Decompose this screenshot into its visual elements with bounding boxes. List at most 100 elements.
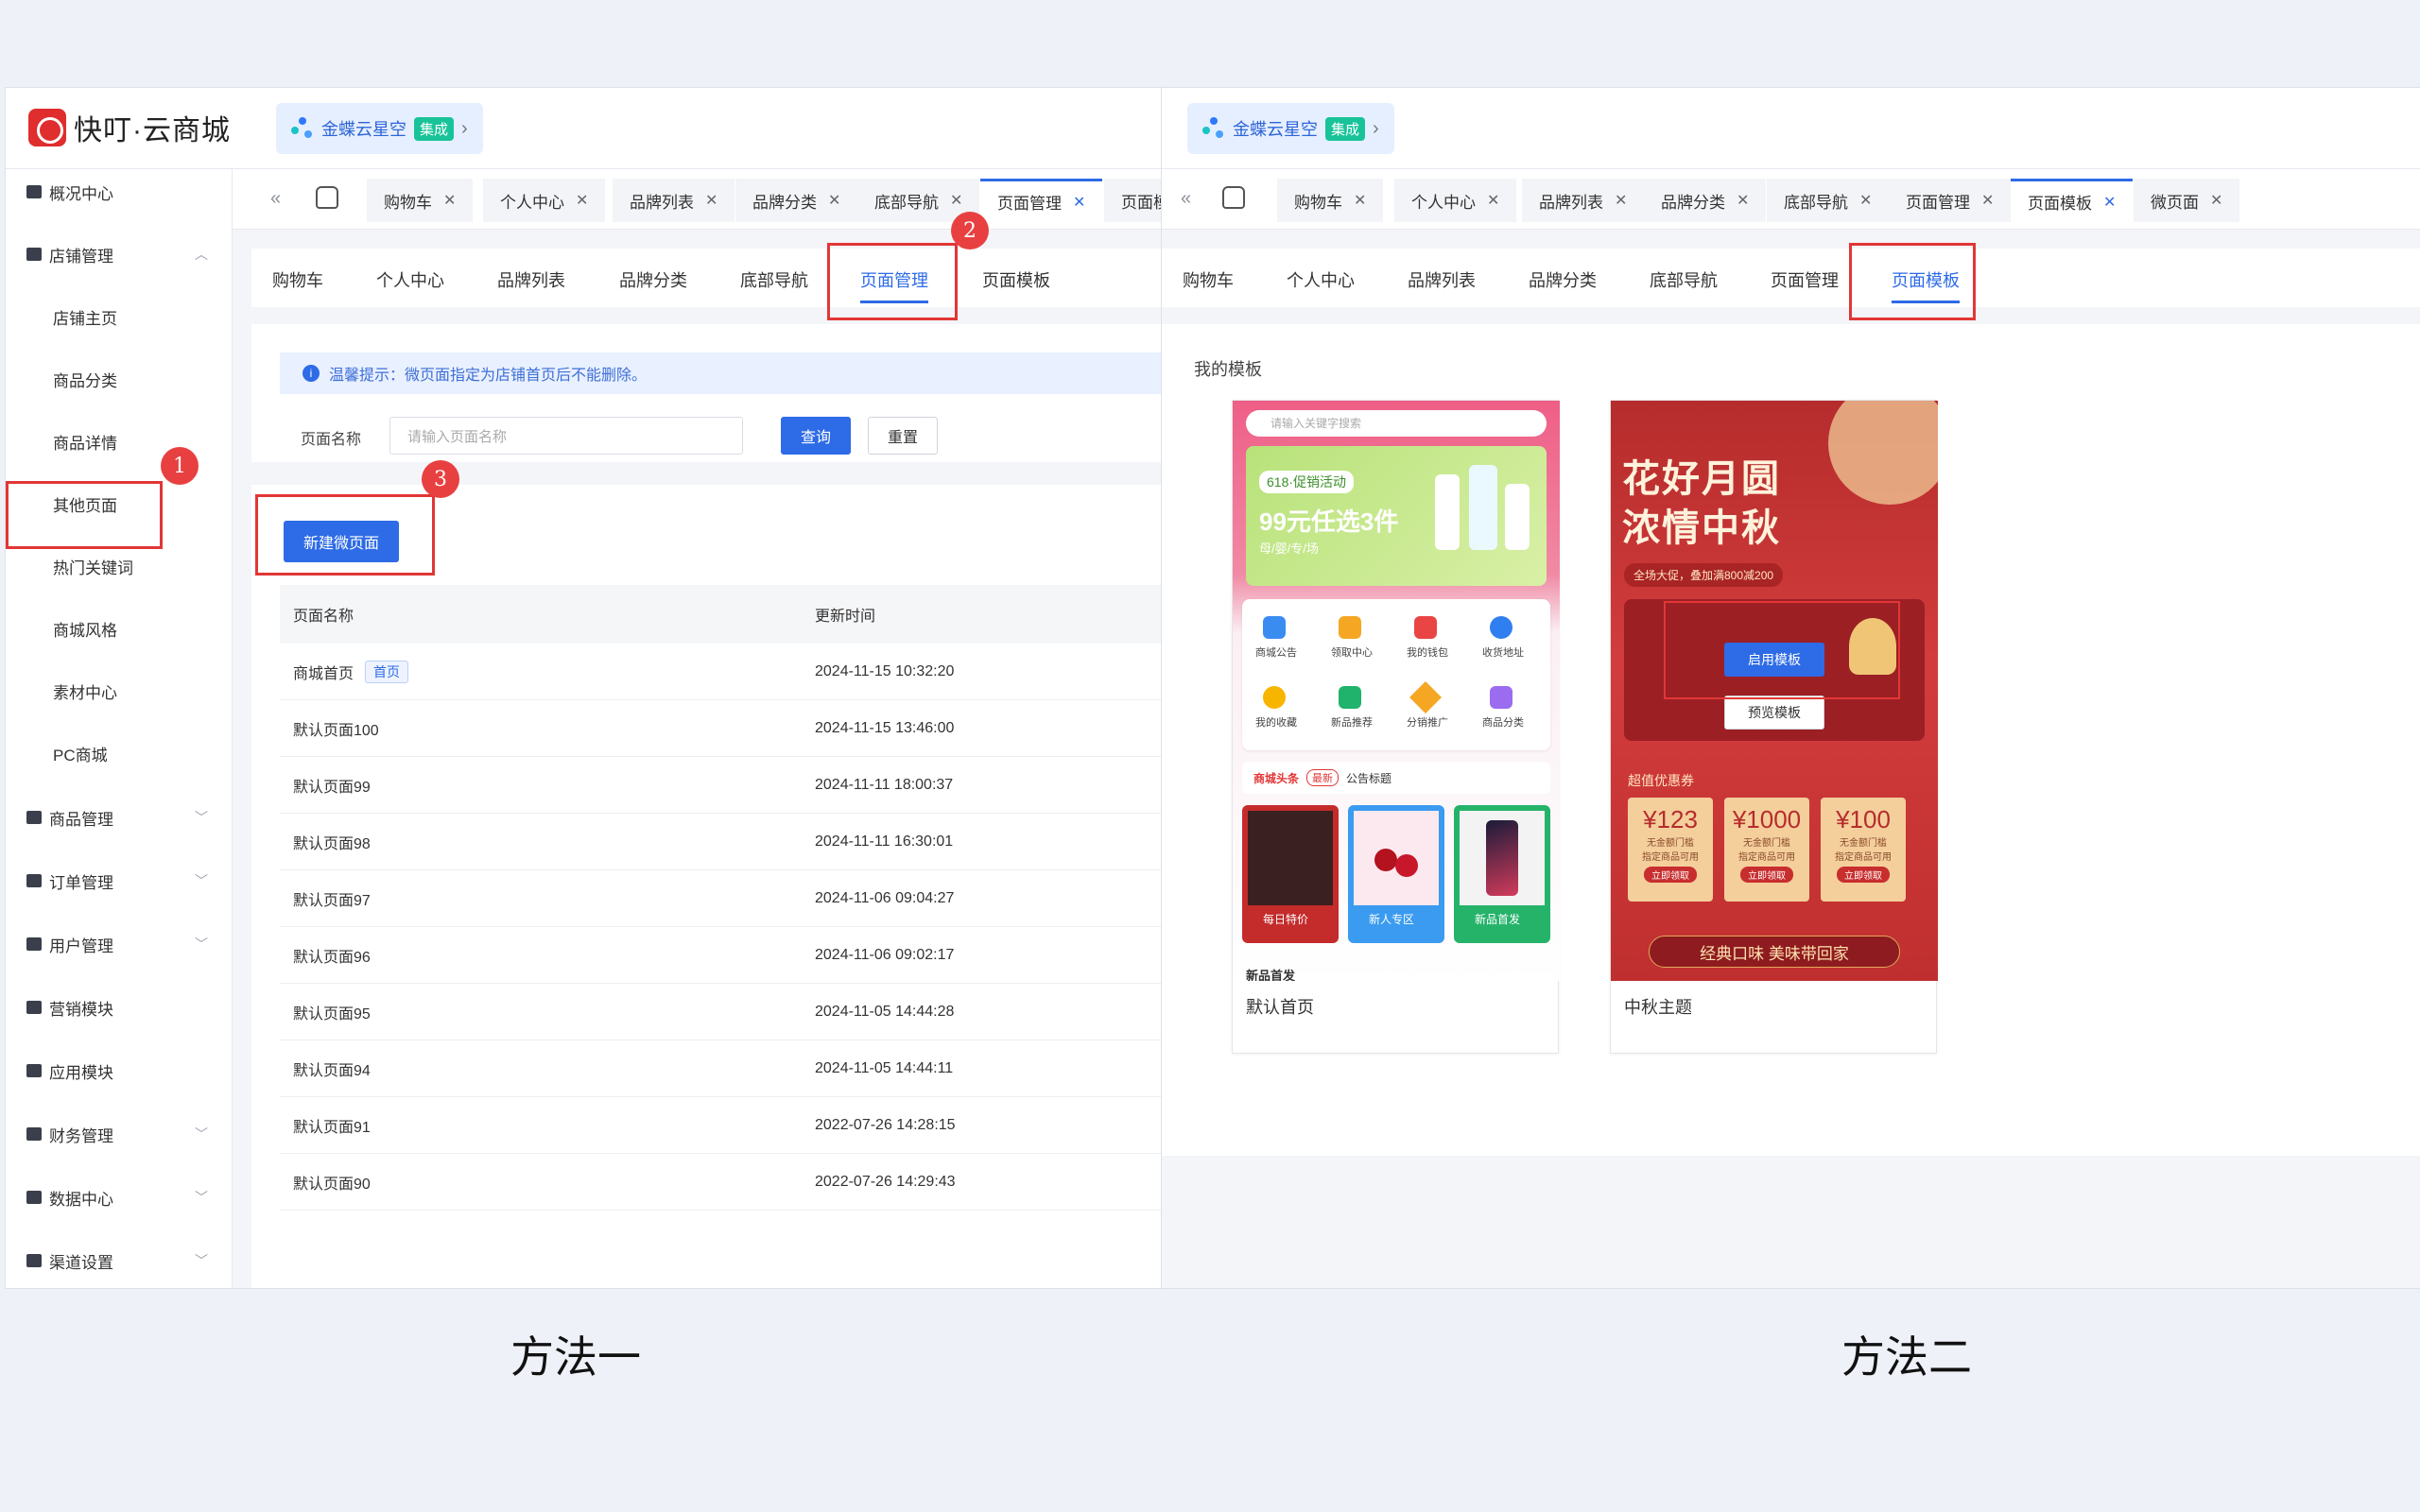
tab-label: 页面管理 [997, 195, 1062, 213]
home-icon[interactable] [1222, 186, 1245, 209]
store-icon [26, 248, 42, 261]
table-row[interactable]: 默认页面90 2022-07-26 14:29:43 [280, 1154, 1161, 1211]
sidebar-sub-store-home[interactable]: 店铺主页 [6, 298, 233, 335]
sidebar-sub-pc[interactable]: PC商城 [6, 734, 233, 772]
step-badge-2: 2 [951, 212, 989, 249]
subtab-profile[interactable]: 个人中心 [1287, 267, 1355, 292]
tab-label: 页面管理 [1906, 193, 1970, 212]
sidebar-item-store[interactable]: 店铺管理 ︿ [6, 235, 233, 273]
phone-icon [1486, 820, 1518, 896]
integration-button[interactable]: 金蝶云星空 集成 › [1187, 103, 1394, 154]
subtab-bottom-nav[interactable]: 底部导航 [740, 267, 808, 292]
sidebar-sub-hot-keywords[interactable]: 热门关键词 [6, 547, 233, 585]
preview-template-button[interactable]: 预览模板 [1724, 696, 1824, 730]
table-row[interactable]: 商城首页 首页 2024-11-15 10:32:20 [280, 644, 1161, 700]
close-icon[interactable]: ✕ [1073, 193, 1085, 212]
tab-cart[interactable]: 购物车 ✕ [1277, 179, 1384, 222]
tab-profile[interactable]: 个人中心 ✕ [1394, 179, 1517, 222]
integration-button[interactable]: 金蝶云星空 集成 › [276, 103, 483, 154]
sidebar-item-apps[interactable]: 应用模块 [6, 1052, 233, 1090]
template-mid-autumn[interactable]: 花好月圆 浓情中秋 全场大促，叠加满800减200 启用模板 预览模板 超值优惠… [1610, 400, 1938, 1054]
sidebar-item-goods[interactable]: 商品管理 ﹀ [6, 799, 233, 836]
tab-page-template[interactable]: 页面模 [1104, 179, 1161, 222]
close-icon[interactable]: ✕ [1354, 191, 1366, 210]
collapse-left-icon[interactable]: « [1181, 188, 1191, 210]
close-icon[interactable]: ✕ [576, 191, 588, 210]
icon-label: 收货地址 [1482, 647, 1524, 659]
close-icon[interactable]: ✕ [1737, 191, 1749, 210]
step-badge-3: 3 [422, 460, 459, 498]
close-icon[interactable]: ✕ [2210, 191, 2222, 210]
method-two-screenshot: 金蝶云星空 集成 › « 购物车 ✕ 个人中心 ✕ 品牌列表 ✕ 品牌分类 ✕ 底部导航… [1162, 87, 2420, 1289]
sidebar-item-label: 用户管理 [49, 936, 113, 955]
table-row[interactable]: 默认页面94 2024-11-05 14:44:11 [280, 1040, 1161, 1097]
sidebar-sub-style[interactable]: 商城风格 [6, 610, 233, 647]
tab-page-manage[interactable]: 页面管理 ✕ [980, 179, 1103, 222]
subtab-profile[interactable]: 个人中心 [376, 267, 444, 292]
sidebar-item-overview[interactable]: 概况中心 [6, 173, 233, 211]
tab-page-manage[interactable]: 页面管理 ✕ [1889, 179, 2012, 222]
close-icon[interactable]: ✕ [1981, 191, 1994, 210]
subtab-cart[interactable]: 购物车 [272, 267, 323, 292]
sidebar-item-channel[interactable]: 渠道设置 ﹀ [6, 1242, 233, 1280]
table-row[interactable]: 默认页面91 2022-07-26 14:28:15 [280, 1097, 1161, 1154]
tab-brand-list[interactable]: 品牌列表 ✕ [1522, 179, 1645, 222]
close-icon[interactable]: ✕ [950, 191, 962, 210]
table-row[interactable]: 默认页面100 2024-11-15 13:46:00 [280, 700, 1161, 757]
subtab-bottom-nav[interactable]: 底部导航 [1650, 267, 1718, 292]
table-row[interactable]: 默认页面97 2024-11-06 09:04:27 [280, 870, 1161, 927]
tab-micro-page[interactable]: 微页面 ✕ [2134, 179, 2240, 222]
sidebar-item-users[interactable]: 用户管理 ﹀ [6, 925, 233, 963]
table-row[interactable]: 默认页面95 2024-11-05 14:44:28 [280, 984, 1161, 1040]
coupon: ¥1000 无金额门槛 指定商品可用 立即领取 [1724, 798, 1809, 902]
coupon-value: ¥100 [1836, 805, 1891, 833]
home-icon[interactable] [316, 186, 338, 209]
tab-cart[interactable]: 购物车 ✕ [367, 179, 474, 222]
tab-bar: « 购物车 ✕ 个人中心 ✕ 品牌列表 ✕ 品牌分类 ✕ 底部导航 ✕ 页面管理 ✕ 页面模… [1162, 169, 2420, 230]
sidebar-item-data[interactable]: 数据中心 ﹀ [6, 1178, 233, 1216]
close-icon[interactable]: ✕ [1859, 191, 1872, 210]
template-default-home[interactable]: 请输入关键字搜索 618·促销活动 99元任选3件 母/婴/专/场 商城公告 领… [1232, 400, 1560, 1054]
sidebar-sub-detail[interactable]: 商品详情 [6, 422, 233, 460]
row-time: 2024-11-15 13:46:00 [815, 719, 955, 736]
sidebar-item-finance[interactable]: 财务管理 ﹀ [6, 1115, 233, 1153]
subtab-brand-category[interactable]: 品牌分类 [619, 267, 687, 292]
search-card: i 温馨提示：微页面指定为店铺首页后不能删除。 页面名称 请输入页面名称 查询 … [251, 324, 1161, 462]
subtab-brand-list[interactable]: 品牌列表 [497, 267, 565, 292]
subtab-page-manage[interactable]: 页面管理 [1771, 267, 1839, 292]
tab-brand-list[interactable]: 品牌列表 ✕ [613, 179, 735, 222]
subtab-brand-list[interactable]: 品牌列表 [1408, 267, 1476, 292]
query-button[interactable]: 查询 [781, 417, 851, 455]
tab-page-template[interactable]: 页面模板 ✕ [2011, 179, 2134, 222]
row-time: 2024-11-06 09:04:27 [815, 889, 955, 906]
close-icon[interactable]: ✕ [1615, 191, 1627, 210]
collapse-left-icon[interactable]: « [270, 188, 281, 210]
subtab-cart[interactable]: 购物车 [1183, 267, 1234, 292]
close-icon[interactable]: ✕ [828, 191, 840, 210]
subtab-brand-category[interactable]: 品牌分类 [1529, 267, 1597, 292]
sidebar-item-label: 渠道设置 [49, 1253, 113, 1272]
icon-label: 分销推广 [1407, 717, 1448, 729]
close-icon[interactable]: ✕ [443, 191, 456, 210]
sidebar-item-marketing[interactable]: 营销模块 [6, 988, 233, 1026]
tab-brand-category[interactable]: 品牌分类 ✕ [1644, 179, 1767, 222]
close-icon[interactable]: ✕ [2103, 193, 2116, 212]
page-name-input[interactable]: 请输入页面名称 [389, 417, 743, 455]
subtab-page-template[interactable]: 页面模板 [982, 267, 1050, 292]
close-icon[interactable]: ✕ [1487, 191, 1499, 210]
sidebar-sub-material[interactable]: 素材中心 [6, 672, 233, 710]
product-bottle [1435, 474, 1460, 550]
reset-button[interactable]: 重置 [868, 417, 938, 455]
table-row[interactable]: 默认页面98 2024-11-11 16:30:01 [280, 814, 1161, 870]
table-row[interactable]: 默认页面99 2024-11-11 18:00:37 [280, 757, 1161, 814]
sidebar-item-label: 商品管理 [49, 810, 113, 829]
sidebar-sub-category[interactable]: 商品分类 [6, 360, 233, 398]
close-icon[interactable]: ✕ [705, 191, 717, 210]
tab-label: 品牌列表 [1539, 193, 1603, 212]
coupon-note: 无金额门槛 [1743, 838, 1790, 849]
tab-brand-category[interactable]: 品牌分类 ✕ [735, 179, 858, 222]
table-row[interactable]: 默认页面96 2024-11-06 09:02:17 [280, 927, 1161, 984]
tab-bottom-nav[interactable]: 底部导航 ✕ [1767, 179, 1890, 222]
tab-profile[interactable]: 个人中心 ✕ [483, 179, 606, 222]
sidebar-item-orders[interactable]: 订单管理 ﹀ [6, 862, 233, 900]
